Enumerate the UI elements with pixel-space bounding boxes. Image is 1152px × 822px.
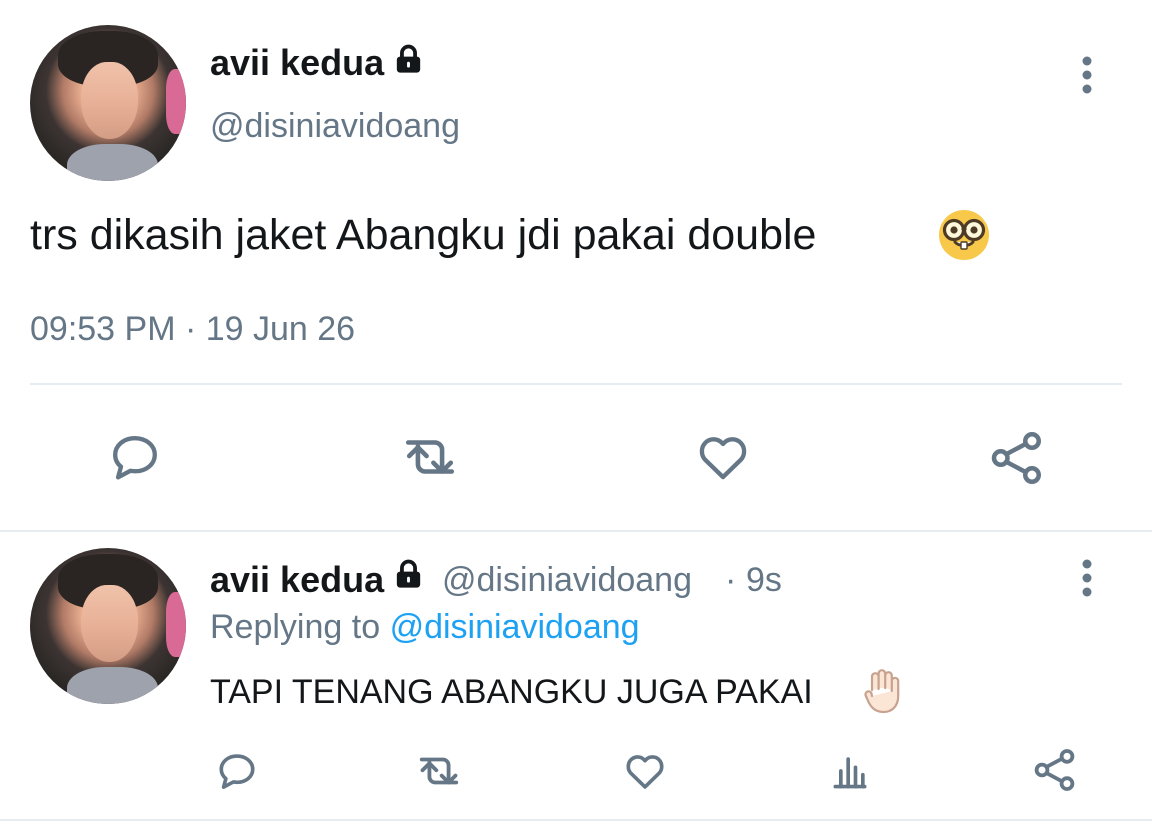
share-icon[interactable] <box>1031 746 1079 794</box>
reply-tweet-text: TAPI TENANG ABANGKU JUGA PAKAI <box>210 673 813 711</box>
retweet-icon[interactable] <box>396 428 464 486</box>
main-author-name[interactable]: avii kedua <box>210 43 384 83</box>
avatar-face <box>81 62 138 139</box>
main-tweet-timestamp: 09:53 PM · 19 Jun 26 <box>30 310 356 348</box>
reply-age: 9s <box>746 561 782 599</box>
section-divider <box>0 530 1152 532</box>
avatar-shirt <box>67 666 158 704</box>
replying-to-label: Replying to <box>210 608 381 646</box>
more-vertical-icon[interactable] <box>1077 55 1097 95</box>
raised-hand-emoji <box>861 666 903 716</box>
like-icon[interactable] <box>694 428 752 486</box>
avatar-seat <box>165 591 186 658</box>
avatar-shirt <box>67 143 158 181</box>
lock-icon <box>390 557 427 592</box>
reply-icon[interactable] <box>104 428 166 486</box>
bottom-divider <box>0 819 1152 821</box>
retweet-icon[interactable] <box>412 748 466 794</box>
analytics-icon[interactable] <box>828 748 872 794</box>
avatar-face <box>81 585 138 662</box>
lock-icon <box>390 42 427 77</box>
replying-to-line: Replying to @disiniavidoang <box>210 607 640 647</box>
reply-author-name[interactable]: avii kedua <box>210 560 384 600</box>
replying-to-handle-link[interactable]: @disiniavidoang <box>390 608 640 646</box>
avatar-seat <box>165 68 186 135</box>
share-icon[interactable] <box>987 428 1047 488</box>
reply-icon[interactable] <box>214 748 260 794</box>
more-vertical-icon[interactable] <box>1077 558 1097 598</box>
reply-time-separator: · <box>725 561 737 599</box>
nerd-face-emoji <box>938 209 990 261</box>
main-tweet-text: trs dikasih jaket Abangku jdi pakai doub… <box>30 211 817 259</box>
main-author-avatar[interactable] <box>30 25 186 181</box>
reply-author-handle[interactable]: @disiniavidoang <box>442 560 692 600</box>
main-author-handle[interactable]: @disiniavidoang <box>210 106 460 146</box>
like-icon[interactable] <box>622 748 668 794</box>
reply-author-avatar[interactable] <box>30 548 186 704</box>
main-tweet-divider <box>30 383 1122 385</box>
